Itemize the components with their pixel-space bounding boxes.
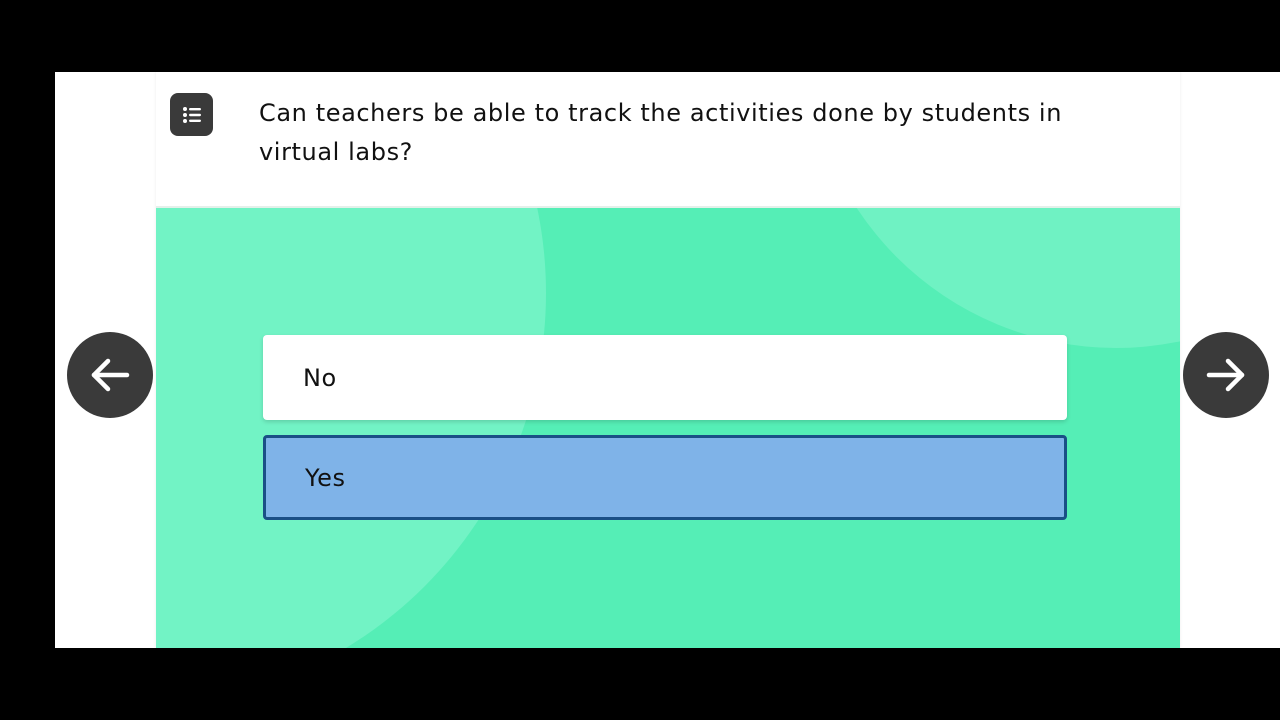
background-decoration-right	[806, 208, 1180, 348]
option-label: Yes	[305, 463, 346, 492]
question-card: Can teachers be able to track the activi…	[156, 72, 1180, 648]
question-header: Can teachers be able to track the activi…	[156, 72, 1180, 208]
question-text: Can teachers be able to track the activi…	[259, 99, 1063, 166]
answer-area: No Yes	[156, 208, 1180, 648]
list-icon-graphic	[182, 106, 201, 123]
list-icon[interactable]	[170, 93, 213, 136]
quiz-frame: Can teachers be able to track the activi…	[55, 72, 1280, 648]
option-label: No	[303, 363, 337, 392]
next-button[interactable]	[1183, 332, 1269, 418]
arrow-right-icon	[1206, 358, 1245, 392]
previous-button[interactable]	[67, 332, 153, 418]
background-decoration-left	[156, 208, 546, 648]
arrow-left-icon	[91, 358, 130, 392]
option-yes-selected[interactable]: Yes	[263, 435, 1067, 520]
option-no[interactable]: No	[263, 335, 1067, 420]
